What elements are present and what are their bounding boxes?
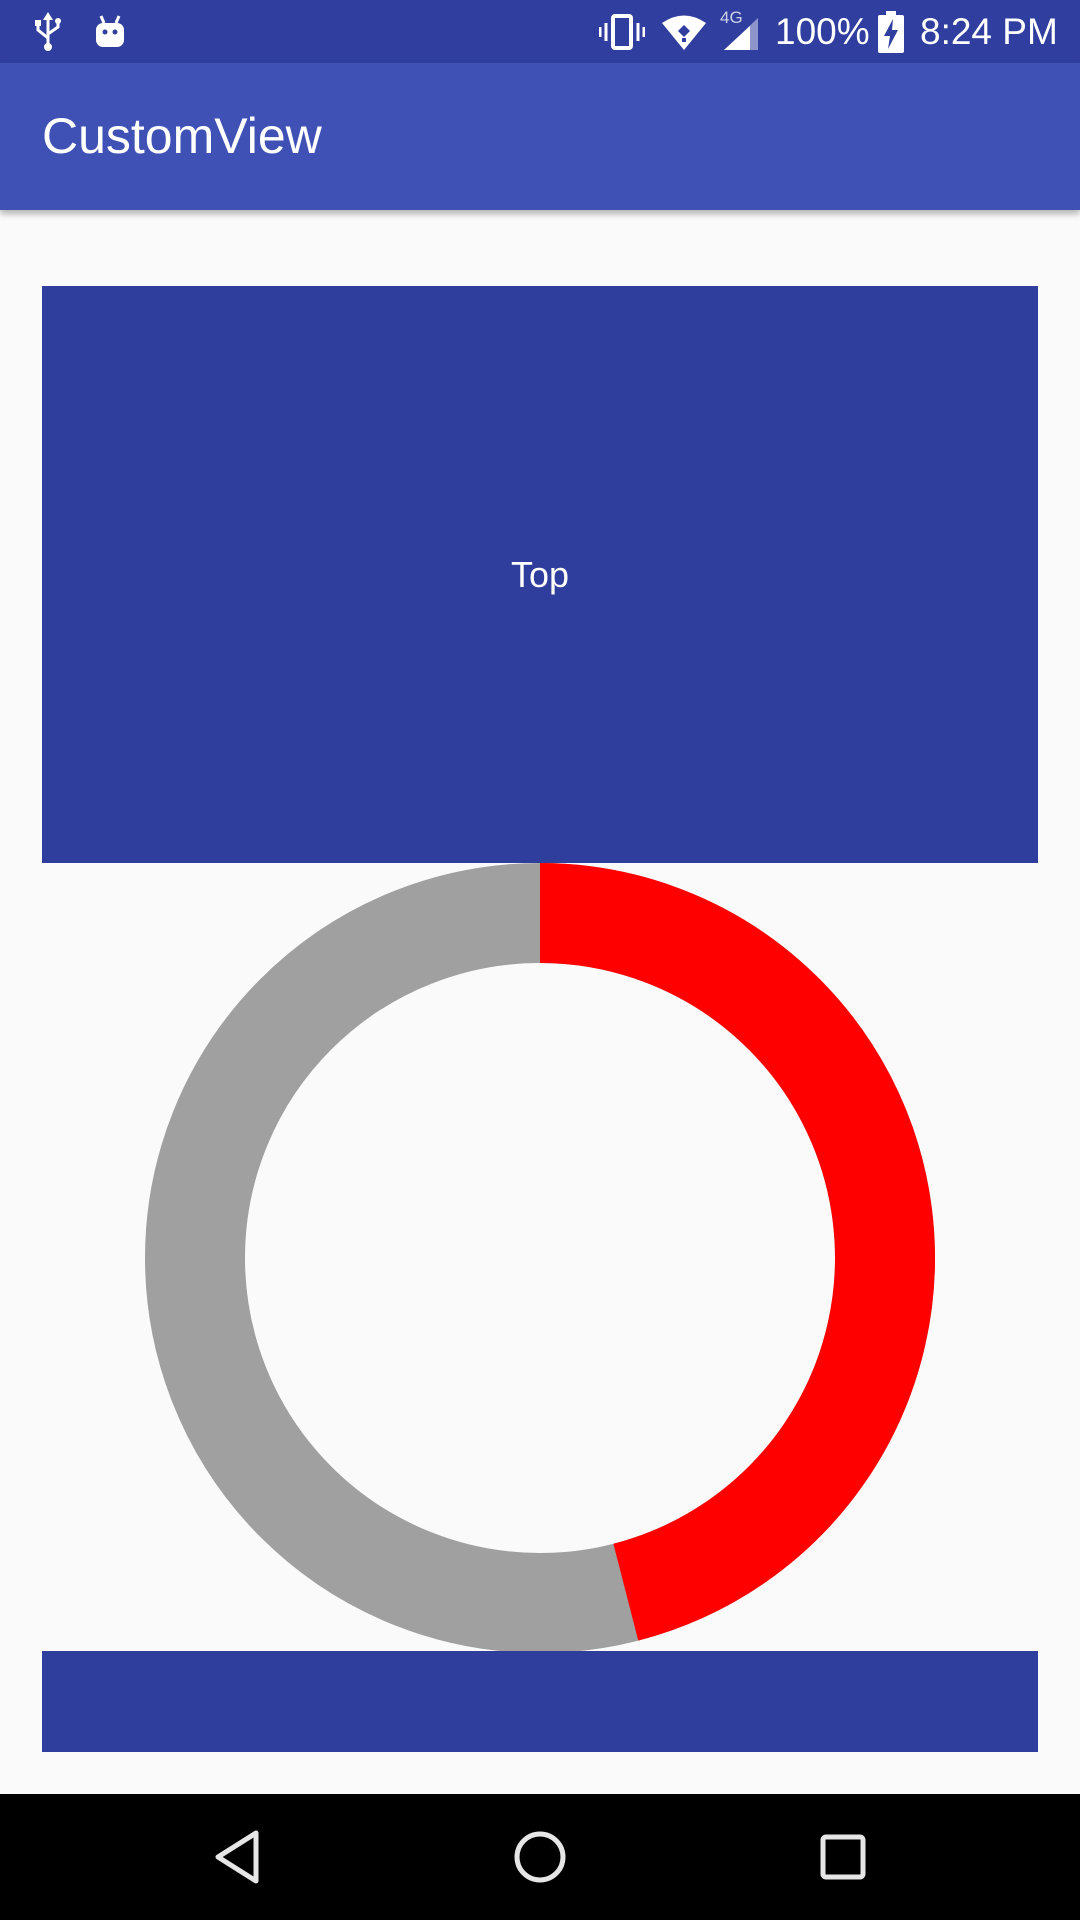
ring-progress-arc: [539, 863, 935, 1641]
screen: 4G 100% 8:24 PM CustomView Top: [0, 0, 1080, 1920]
recents-button[interactable]: [778, 1794, 908, 1920]
navigation-bar: [0, 1794, 1080, 1920]
back-button[interactable]: [172, 1794, 302, 1920]
recents-icon: [820, 1834, 866, 1880]
clock: 8:24 PM: [920, 11, 1058, 52]
usb-icon: [30, 0, 66, 63]
android-debug-icon: [92, 0, 128, 63]
app-title: CustomView: [42, 108, 322, 164]
home-icon: [514, 1831, 566, 1883]
top-label: Top: [510, 553, 570, 595]
vibrate-icon: [598, 0, 646, 63]
status-bar: 4G 100% 8:24 PM: [0, 0, 1080, 63]
bottom-block: [42, 1651, 1038, 1752]
back-icon: [215, 1830, 259, 1884]
ring-progress-view: [145, 863, 935, 1653]
home-button[interactable]: [475, 1794, 605, 1920]
app-bar: CustomView: [0, 63, 1080, 210]
top-block: Top: [42, 286, 1038, 863]
network-type-label: 4G: [720, 8, 743, 27]
battery-percent: 100%: [775, 11, 870, 52]
battery-charging-icon: [877, 0, 905, 63]
wifi-icon: [660, 0, 708, 63]
